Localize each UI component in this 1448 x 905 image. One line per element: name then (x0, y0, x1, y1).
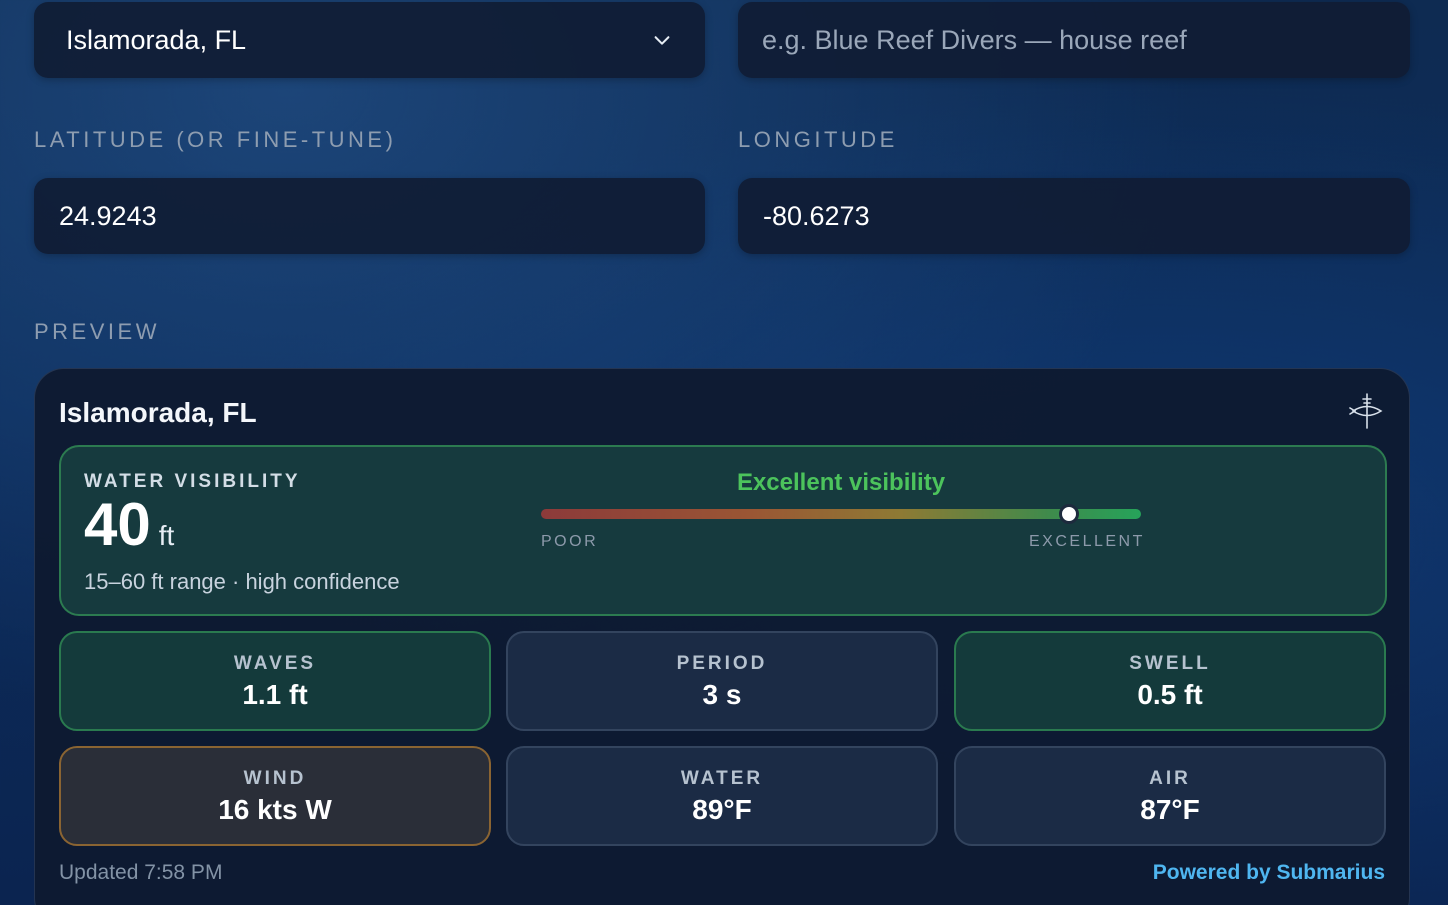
latitude-value: 24.9243 (59, 200, 157, 231)
latitude-label: LATITUDE (OR FINE-TUNE) (34, 127, 397, 152)
visibility-range: 15–60 ft range · high confidence (84, 569, 400, 594)
metric-value: 16 kts W (218, 794, 332, 825)
scale-min-label: POOR (541, 533, 599, 550)
metric-value: 1.1 ft (242, 679, 308, 710)
location-select[interactable]: Islamorada, FL (34, 2, 705, 78)
metric-tile-waves: WAVES 1.1 ft (59, 631, 491, 731)
longitude-input[interactable]: -80.6273 (738, 178, 1410, 254)
metric-label: PERIOD (676, 653, 768, 674)
visibility-status: Excellent visibility (736, 469, 946, 496)
metric-value: 89°F (692, 794, 752, 825)
metric-tile-period: PERIOD 3 s (506, 631, 938, 731)
metric-tile-swell: SWELL 0.5 ft (954, 631, 1386, 731)
metric-value: 3 s (702, 679, 742, 710)
visibility-reading: 40 ft (84, 493, 174, 557)
chevron-down-icon[interactable] (651, 29, 673, 51)
metric-value: 0.5 ft (1137, 679, 1203, 710)
visibility-scale-marker (1059, 504, 1079, 524)
metric-tile-wind: WIND 16 kts W (59, 746, 491, 846)
metric-label: WIND (243, 768, 307, 789)
metric-label: SWELL (1129, 653, 1211, 674)
location-select-value: Islamorada, FL (66, 24, 247, 55)
site-name-input[interactable]: e.g. Blue Reef Divers — house reef (738, 2, 1410, 78)
updated-timestamp: Updated 7:58 PM (59, 861, 223, 884)
metric-label: WAVES (233, 653, 317, 674)
longitude-label: LONGITUDE (738, 127, 898, 152)
metric-tile-air: AIR 87°F (954, 746, 1386, 846)
metric-label: WATER (680, 768, 764, 789)
preview-label: PREVIEW (34, 319, 160, 344)
scale-max-label: EXCELLENT (1029, 533, 1145, 550)
longitude-value: -80.6273 (763, 200, 870, 231)
visibility-scale-bar (541, 504, 1141, 524)
latitude-input[interactable]: 24.9243 (34, 178, 705, 254)
card-title: Islamorada, FL (59, 397, 257, 428)
visibility-label: WATER VISIBILITY (84, 471, 301, 492)
preview-card: Islamorada, FL WATER VISIBILITY 40 ft 15… (34, 368, 1410, 905)
submarine-logo-icon (1349, 393, 1383, 429)
site-name-placeholder: e.g. Blue Reef Divers — house reef (762, 24, 1187, 55)
visibility-unit: ft (158, 520, 175, 551)
metric-label: AIR (1149, 768, 1191, 789)
metric-tile-water: WATER 89°F (506, 746, 938, 846)
visibility-panel: WATER VISIBILITY 40 ft 15–60 ft range · … (59, 445, 1387, 616)
metric-value: 87°F (1140, 794, 1200, 825)
visibility-value: 40 (84, 491, 151, 558)
powered-by-link[interactable]: Powered by Submarius (1153, 861, 1385, 885)
